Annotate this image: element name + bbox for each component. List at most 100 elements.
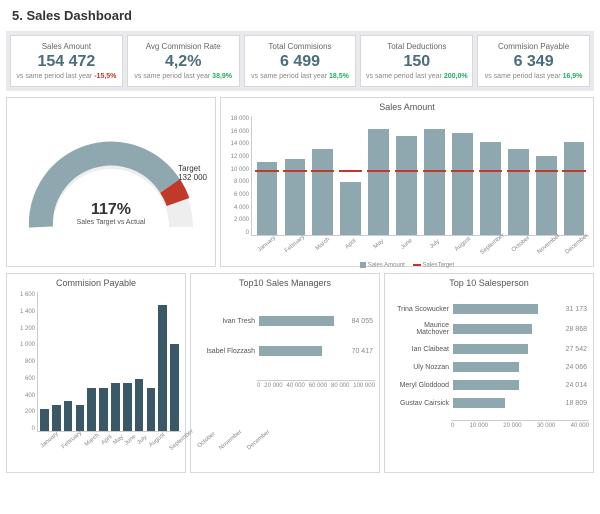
xlabel: March (84, 433, 101, 448)
managers-xaxis: 020 00040 00060 00080 000100 000 (257, 380, 375, 389)
bar (257, 162, 278, 235)
gauge-panel: Target 132 000 117% Sales Target vs Actu… (6, 97, 216, 267)
commission-xaxis: JanuaryFebruaryMarchAprilMayJuneJulyAugu… (37, 432, 181, 444)
hbar-value: 31 173 (566, 306, 587, 313)
xlabel: August (451, 233, 476, 256)
chart-title: Top10 Sales Managers (195, 278, 375, 288)
hbar-label: Trina Scowucker (391, 306, 453, 313)
hbar-label: Isabel Flozzash (197, 348, 259, 355)
hbar-fill (453, 304, 538, 314)
kpi-total-deductions: Total Deductions 150 vs same period last… (360, 35, 473, 87)
hbar-value: 70 417 (352, 348, 373, 355)
xlabel: October (508, 233, 533, 256)
hbar-row: Ivan Tresh84 055 (197, 316, 373, 326)
legend-square-icon (360, 262, 366, 268)
hbar-track (453, 380, 563, 390)
hbar-fill (453, 344, 528, 354)
commission-bars-area: 1 6001 4001 2001 0008006004002000 (11, 292, 181, 432)
kpi-sub: vs same period last year 18,5% (249, 73, 352, 80)
hbar-label: Uly Nozzan (391, 364, 453, 371)
bar (123, 383, 132, 431)
target-mark (311, 170, 334, 172)
hbar-row: Meryl Gloddood 24 014 (391, 380, 587, 390)
kpi-title: Sales Amount (15, 42, 118, 51)
target-mark (479, 170, 502, 172)
hbar-label: Meryl Gloddood (391, 382, 453, 389)
xlabel: January (254, 233, 279, 256)
commission-panel: Commision Payable 1 6001 4001 2001 00080… (6, 273, 186, 473)
hbar-track (453, 344, 563, 354)
bar-col (157, 292, 168, 431)
xlabel: April (338, 233, 363, 256)
bar-col (74, 292, 85, 431)
bar (424, 129, 445, 235)
target-mark (451, 170, 474, 172)
sales-amount-panel: Sales Amount 18 00016 00014 00012 00010 … (220, 97, 594, 267)
bar-col (98, 292, 109, 431)
bar (158, 305, 167, 431)
hbar-fill (453, 380, 519, 390)
bar-col (561, 116, 587, 235)
bar (480, 142, 501, 235)
xlabel: August (148, 432, 166, 449)
bar-col (134, 292, 145, 431)
bar-col (169, 292, 180, 431)
kpi-commission-payable: Commision Payable 6 349 vs same period l… (477, 35, 590, 87)
xlabel: July (423, 233, 448, 256)
xlabel: March (310, 233, 335, 256)
bar-col (477, 116, 503, 235)
dashboard-container: Sales Amount 154 472 vs same period last… (0, 31, 600, 473)
bar (87, 388, 96, 431)
kpi-title: Total Commisions (249, 42, 352, 51)
salesperson-xaxis: 010 00020 00030 00040 000 (451, 420, 589, 429)
bar-col (310, 116, 336, 235)
xlabel: July (137, 435, 149, 446)
xlabel: December (564, 233, 589, 256)
bar-col (505, 116, 531, 235)
bar-col (39, 292, 50, 431)
xlabel: April (100, 434, 113, 446)
hbar-fill (453, 398, 505, 408)
bar (564, 142, 585, 235)
xlabel: February (61, 430, 83, 450)
target-mark (395, 170, 418, 172)
xlabel: November (536, 233, 561, 256)
bar-col (422, 116, 448, 235)
sales-legend: Sales Amount SalesTarget (225, 262, 589, 269)
sales-xaxis: JanuaryFebruaryMarchAprilMayJuneJulyAugu… (251, 236, 589, 248)
hbar-row: Gustav Cairsick18 809 (391, 398, 587, 408)
bar (99, 388, 108, 431)
sales-bars-area: 18 00016 00014 00012 00010 0008 0006 000… (225, 116, 589, 236)
gauge-chart: Target 132 000 117% Sales Target vs Actu… (21, 132, 201, 232)
bar (452, 133, 473, 235)
bar-col (86, 292, 97, 431)
target-mark (283, 170, 306, 172)
kpi-sales-amount: Sales Amount 154 472 vs same period last… (10, 35, 123, 87)
bar-col (366, 116, 392, 235)
target-mark (535, 170, 558, 172)
bar-col (122, 292, 133, 431)
bar (170, 344, 179, 431)
row-bottom: Commision Payable 1 6001 4001 2001 00080… (6, 273, 594, 473)
hbar-value: 18 809 (566, 400, 587, 407)
gauge-percent: 117% (21, 201, 201, 219)
hbar-value: 24 014 (566, 382, 587, 389)
bar (368, 129, 389, 235)
managers-bars: Ivan Tresh84 055 Isabel Flozzash 70 417 (195, 292, 375, 380)
hbar-row: Uly Nozzan24 066 (391, 362, 587, 372)
kpi-total-commissions: Total Commisions 6 499 vs same period la… (244, 35, 357, 87)
chart-title: Top 10 Salesperson (389, 278, 589, 288)
bar-col (63, 292, 74, 431)
hbar-track (259, 346, 349, 356)
bar (312, 149, 333, 235)
kpi-title: Avg Commision Rate (132, 42, 235, 51)
target-mark (562, 170, 585, 172)
salesperson-bars: Trina Scowucker31 173Maurice Matchover28… (389, 292, 589, 420)
target-mark (367, 170, 390, 172)
kpi-row: Sales Amount 154 472 vs same period last… (6, 31, 594, 91)
bar-col (145, 292, 156, 431)
page-title: 5. Sales Dashboard (12, 8, 600, 23)
hbar-fill (453, 324, 532, 334)
managers-panel: Top10 Sales Managers Ivan Tresh84 055 Isa… (190, 273, 380, 473)
bar (508, 149, 529, 235)
